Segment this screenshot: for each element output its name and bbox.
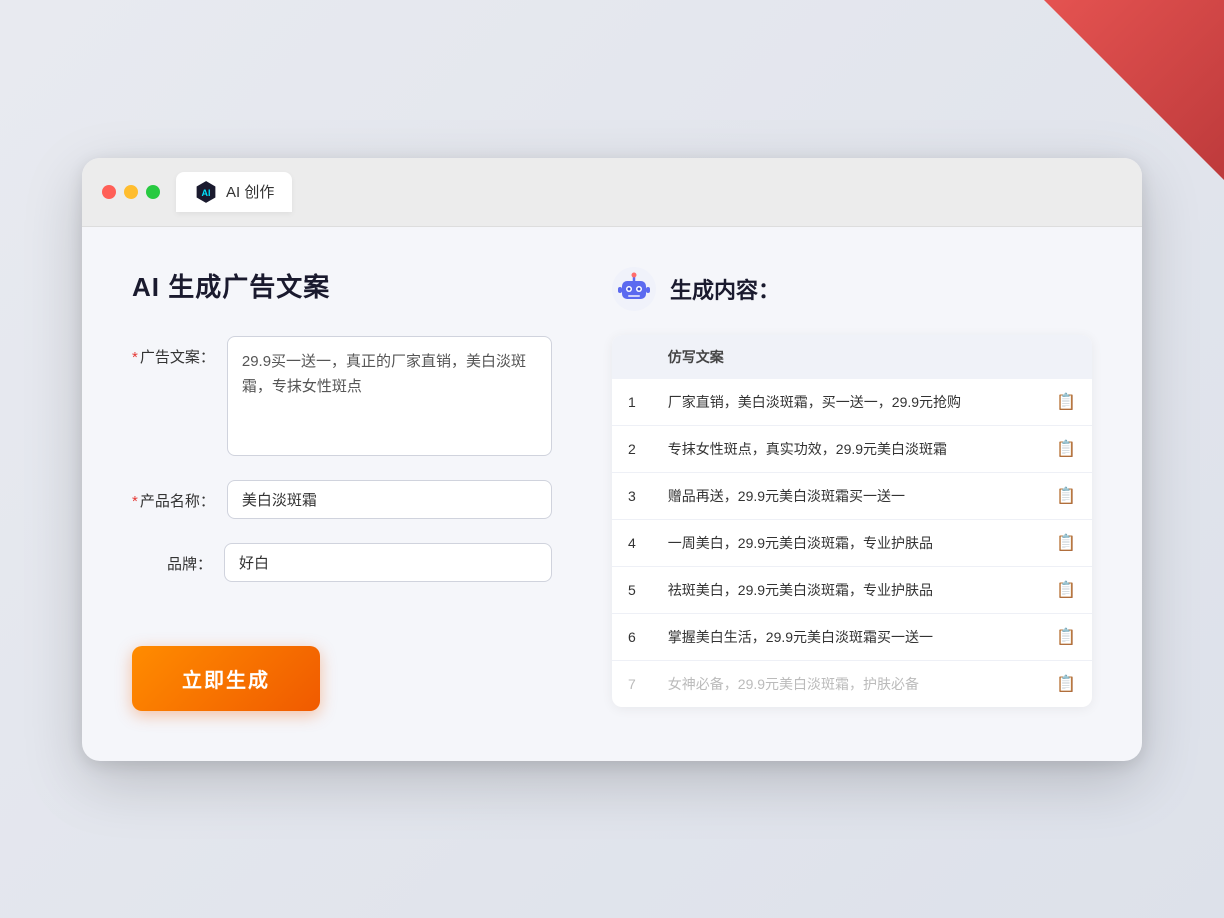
ad-copy-label: *广告文案： (132, 336, 215, 367)
ai-tab[interactable]: AI AI 创作 (176, 172, 292, 212)
minimize-button[interactable] (124, 185, 138, 199)
copy-button[interactable]: 📋 (1056, 674, 1076, 694)
row-text: 女神必备，29.9元美白淡斑霜，护肤必备 (652, 660, 1040, 707)
row-number: 5 (612, 566, 652, 613)
table-row: 3赠品再送，29.9元美白淡斑霜买一送一 📋 (612, 472, 1092, 519)
row-text: 赠品再送，29.9元美白淡斑霜买一送一 (652, 472, 1040, 519)
row-text: 专抹女性斑点，真实功效，29.9元美白淡斑霜 (652, 425, 1040, 472)
col-action (1040, 335, 1092, 379)
right-header-title: 生成内容： (670, 273, 780, 305)
copy-button[interactable]: 📋 (1056, 580, 1076, 600)
brand-row: 品牌： (132, 543, 552, 582)
table-row: 2专抹女性斑点，真实功效，29.9元美白淡斑霜 📋 (612, 425, 1092, 472)
table-row: 5祛斑美白，29.9元美白淡斑霜，专业护肤品 📋 (612, 566, 1092, 613)
ad-copy-row: *广告文案： 29.9买一送一，真正的厂家直销，美白淡斑霜，专抹女性斑点 (132, 336, 552, 456)
ad-copy-textarea[interactable]: 29.9买一送一，真正的厂家直销，美白淡斑霜，专抹女性斑点 (227, 336, 552, 456)
row-text: 一周美白，29.9元美白淡斑霜，专业护肤品 (652, 519, 1040, 566)
copy-cell: 📋 (1040, 566, 1092, 613)
product-name-input[interactable] (227, 480, 552, 519)
main-content: AI 生成广告文案 *广告文案： 29.9买一送一，真正的厂家直销，美白淡斑霜，… (82, 227, 1142, 761)
required-star-product: * (132, 493, 138, 510)
ai-tab-icon: AI (194, 180, 218, 204)
row-text: 祛斑美白，29.9元美白淡斑霜，专业护肤品 (652, 566, 1040, 613)
row-number: 1 (612, 379, 652, 426)
left-panel: AI 生成广告文案 *广告文案： 29.9买一送一，真正的厂家直销，美白淡斑霜，… (132, 267, 552, 711)
product-name-row: *产品名称： (132, 480, 552, 519)
deco-triangle (1044, 0, 1224, 180)
table-row: 4一周美白，29.9元美白淡斑霜，专业护肤品 📋 (612, 519, 1092, 566)
row-text: 厂家直销，美白淡斑霜，买一送一，29.9元抢购 (652, 379, 1040, 426)
copy-button[interactable]: 📋 (1056, 486, 1076, 506)
copy-button[interactable]: 📋 (1056, 627, 1076, 647)
generate-button[interactable]: 立即生成 (132, 646, 320, 711)
col-copy: 仿写文案 (652, 335, 1040, 379)
copy-button[interactable]: 📋 (1056, 533, 1076, 553)
table-header-row: 仿写文案 (612, 335, 1092, 379)
browser-window: AI AI 创作 AI 生成广告文案 *广告文案： 29.9买一送一，真正的厂家… (82, 158, 1142, 761)
copy-cell: 📋 (1040, 613, 1092, 660)
page-title: AI 生成广告文案 (132, 267, 552, 304)
robot-icon (612, 267, 656, 311)
row-number: 6 (612, 613, 652, 660)
row-number: 4 (612, 519, 652, 566)
table-row: 6掌握美白生活，29.9元美白淡斑霜买一送一 📋 (612, 613, 1092, 660)
copy-cell: 📋 (1040, 425, 1092, 472)
copy-cell: 📋 (1040, 660, 1092, 707)
results-table: 仿写文案 1厂家直销，美白淡斑霜，买一送一，29.9元抢购📋2专抹女性斑点，真实… (612, 335, 1092, 707)
close-button[interactable] (102, 185, 116, 199)
title-bar: AI AI 创作 (82, 158, 1142, 227)
row-number: 3 (612, 472, 652, 519)
right-header: 生成内容： (612, 267, 1092, 311)
right-panel: 生成内容： 仿写文案 1厂家直销，美白淡斑霜，买一送一，29.9元抢购📋2专抹女… (612, 267, 1092, 711)
brand-input[interactable] (224, 543, 552, 582)
copy-cell: 📋 (1040, 379, 1092, 426)
row-text: 掌握美白生活，29.9元美白淡斑霜买一送一 (652, 613, 1040, 660)
table-row: 1厂家直销，美白淡斑霜，买一送一，29.9元抢购 📋 (612, 379, 1092, 426)
required-star-ad: * (132, 349, 138, 366)
product-name-label: *产品名称： (132, 480, 215, 511)
table-row: 7女神必备，29.9元美白淡斑霜，护肤必备 📋 (612, 660, 1092, 707)
row-number: 2 (612, 425, 652, 472)
copy-cell: 📋 (1040, 519, 1092, 566)
maximize-button[interactable] (146, 185, 160, 199)
copy-button[interactable]: 📋 (1056, 392, 1076, 412)
traffic-lights (102, 185, 160, 199)
col-num (612, 335, 652, 379)
brand-label: 品牌： (132, 543, 212, 574)
row-number: 7 (612, 660, 652, 707)
copy-button[interactable]: 📋 (1056, 439, 1076, 459)
svg-text:AI: AI (202, 187, 211, 197)
ai-tab-label: AI 创作 (226, 181, 274, 202)
copy-cell: 📋 (1040, 472, 1092, 519)
